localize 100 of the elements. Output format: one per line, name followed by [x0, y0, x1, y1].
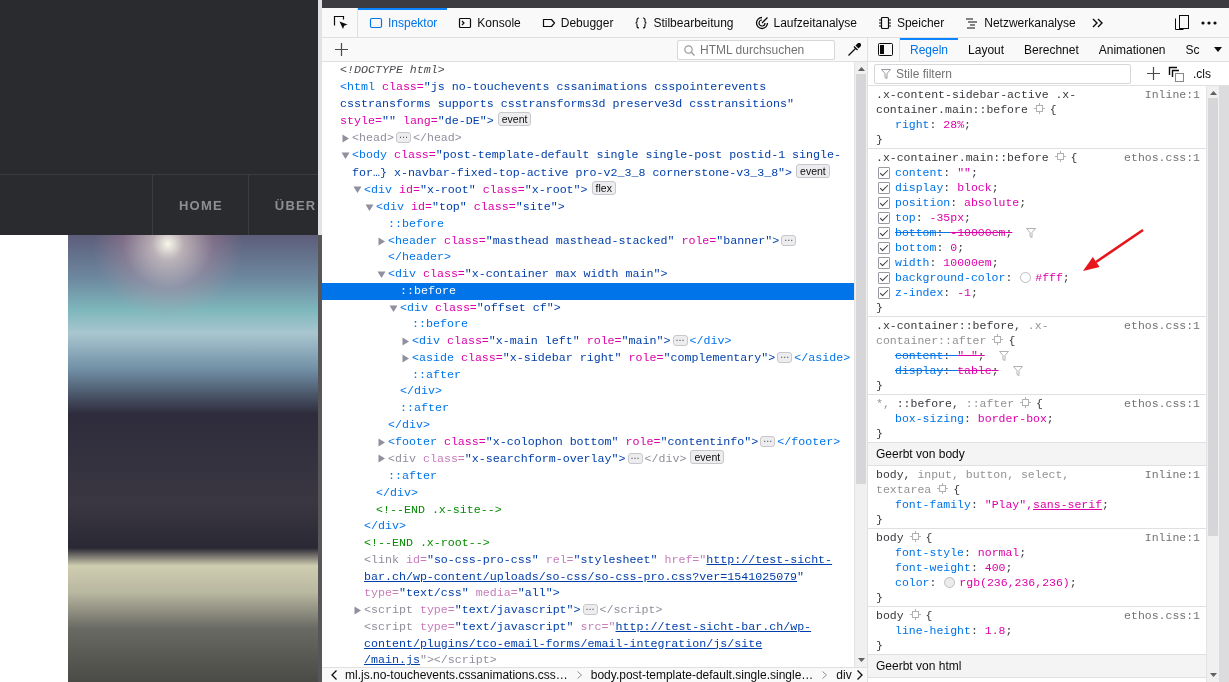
checkbox[interactable]	[878, 166, 890, 179]
sidebar-tab[interactable]: Layout	[958, 38, 1015, 61]
closing-tag[interactable]: </div>	[322, 518, 854, 535]
css-value[interactable]: absolute;	[964, 195, 1027, 210]
url-link[interactable]: http://test-sicht-bar.ch/wp-	[615, 619, 812, 633]
menu-dots-icon[interactable]	[1201, 20, 1217, 25]
markup-node[interactable]: <aside class="x-sidebar right" role="complementary"> ⋯ </aside>	[322, 349, 854, 367]
markup-node[interactable]: <div class="x-searchform-overlay"> ⋯ </div> event	[322, 450, 854, 468]
ellipsis-button[interactable]: ⋯	[781, 234, 797, 246]
checkbox[interactable]	[878, 226, 890, 239]
source-link[interactable]: Inline:1	[1144, 467, 1200, 482]
ellipsis-button[interactable]: ⋯	[760, 435, 776, 447]
eyedropper-icon[interactable]	[847, 42, 861, 57]
markup-node[interactable]: <html class="js no-touchevents cssanimations csspointerevents csstransforms supports csstransforms3d preserve3d csstransitions" style="" lang="de-DE"> event	[322, 78, 854, 130]
disclosure-triangle-icon[interactable]	[365, 203, 374, 212]
scrollbar[interactable]	[854, 62, 867, 667]
ellipsis-button[interactable]: ⋯	[777, 351, 793, 363]
css-value[interactable]: "";	[957, 165, 978, 180]
crosshair-icon[interactable]	[1033, 103, 1045, 114]
crosshair-icon[interactable]	[909, 609, 921, 620]
css-value[interactable]: -1;	[957, 285, 978, 300]
disclosure-triangle-icon[interactable]	[377, 437, 386, 447]
css-value[interactable]: 400;	[984, 560, 1013, 575]
disclosure-triangle-icon[interactable]	[341, 134, 350, 143]
scrollbar[interactable]	[1206, 86, 1219, 682]
overlapping-squares-icon[interactable]	[1168, 65, 1184, 82]
font-link[interactable]: sans-serif	[1033, 498, 1103, 511]
css-property[interactable]: font-style:	[895, 545, 978, 560]
source-link[interactable]: ethos.css:1	[1124, 396, 1200, 411]
filter-icon[interactable]	[998, 350, 1009, 361]
source-link[interactable]: ethos.css:1	[1124, 150, 1200, 165]
dropdown-arrow-icon[interactable]	[1214, 47, 1222, 52]
css-value[interactable]: table;	[957, 363, 999, 378]
url-link[interactable]: /main.js	[364, 653, 420, 667]
css-property[interactable]: box-sizing:	[895, 411, 978, 426]
css-property[interactable]: font-family:	[895, 497, 985, 512]
ellipsis-button[interactable]: ⋯	[582, 604, 598, 615]
sidebar-tab[interactable]: Animationen	[1088, 38, 1176, 61]
disclosure-triangle-icon[interactable]	[389, 303, 398, 313]
filter-field[interactable]: Stile filtern	[874, 63, 1131, 84]
source-link[interactable]: ethos.css:1	[1124, 318, 1200, 333]
css-property[interactable]: content:	[895, 165, 958, 180]
checkbox[interactable]	[878, 211, 890, 224]
checkbox[interactable]	[878, 271, 890, 284]
disclosure-triangle-icon[interactable]	[401, 337, 410, 346]
markup-node[interactable]: <!--END .x-root-->	[322, 535, 854, 552]
filter-icon[interactable]	[1012, 365, 1023, 376]
css-value[interactable]: -35px;	[929, 210, 971, 225]
markup-node[interactable]: <div class="x-main left" role="main"> ⋯ </div>	[322, 333, 854, 350]
markup-node[interactable]: <head> ⋯ </head>	[322, 130, 854, 147]
css-property[interactable]: content:	[895, 348, 958, 363]
class-toggle-button[interactable]: .cls	[1193, 66, 1211, 81]
markup-node[interactable]: <div class="offset cf">	[322, 299, 854, 317]
source-link[interactable]: ethos.css:1	[1124, 608, 1200, 623]
tool-tab[interactable]: Konsole	[447, 8, 531, 37]
markup-node[interactable]: ::after	[322, 366, 854, 384]
url-link[interactable]: content/plugins/tco-email-forms/email-integration/js/site	[364, 636, 763, 650]
closing-tag[interactable]: </div>	[322, 416, 854, 434]
ellipsis-button[interactable]: ⋯	[672, 335, 688, 346]
checkbox[interactable]	[878, 181, 890, 194]
css-property[interactable]: bottom:	[895, 240, 951, 255]
markup-node[interactable]: <footer class="x-colophon bottom" role="contentinfo"> ⋯ </footer>	[322, 433, 854, 451]
css-property[interactable]: position:	[895, 195, 965, 210]
markup-node[interactable]: <header class="masthead masthead-stacked" role="banner"> ⋯ </header>	[322, 232, 854, 266]
search-field[interactable]: HTML durchsuchen	[677, 39, 835, 60]
closing-tag[interactable]: </div>	[322, 484, 854, 502]
closing-tag[interactable]: </div>	[322, 383, 854, 400]
scroll-up-arrow-icon[interactable]	[1209, 91, 1217, 95]
css-property[interactable]: display:	[895, 180, 958, 195]
css-property[interactable]: right:	[895, 117, 944, 132]
markup-node[interactable]: ::before	[322, 215, 854, 233]
markup-node[interactable]: ::after	[322, 468, 854, 485]
sidebar-tab[interactable]: Regeln	[900, 38, 959, 61]
disclosure-triangle-icon[interactable]	[377, 454, 386, 464]
breadcrumb[interactable]: ml.js.no-touchevents.cssanimations.css…	[345, 668, 568, 682]
window-icon[interactable]	[1175, 15, 1189, 30]
tool-tab[interactable]: Stilbearbeitung	[623, 8, 744, 37]
ellipsis-button[interactable]: ⋯	[627, 453, 643, 465]
markup-badge[interactable]: event	[497, 112, 532, 127]
crosshair-icon[interactable]	[1054, 151, 1066, 162]
color-swatch-icon[interactable]	[1020, 272, 1032, 283]
color-swatch-icon[interactable]	[944, 577, 956, 588]
css-value[interactable]: #fff;	[1035, 270, 1070, 285]
filter-icon[interactable]	[1026, 227, 1037, 238]
css-value[interactable]: 28%;	[943, 117, 971, 132]
crosshair-icon[interactable]	[1020, 397, 1032, 408]
crosshair-icon[interactable]	[992, 334, 1004, 345]
scroll-down-arrow-icon[interactable]	[1209, 673, 1217, 677]
markup-node[interactable]: ::before	[322, 282, 854, 300]
markup-node[interactable]: <div id="top" class="site">	[322, 199, 854, 216]
markup-node[interactable]: <script type="text/javascript"> ⋯ </script>	[322, 602, 854, 619]
scrollbar-thumb[interactable]	[856, 74, 866, 484]
tool-tab[interactable]: Laufzeitanalyse	[743, 8, 867, 37]
css-property[interactable]: font-weight:	[895, 560, 985, 575]
disclosure-triangle-icon[interactable]	[377, 236, 386, 246]
sidebar-toggle-icon[interactable]	[878, 43, 893, 56]
css-property[interactable]: bottom:	[895, 225, 951, 240]
source-link[interactable]: Inline:1	[1144, 87, 1200, 102]
breadcrumb[interactable]: body.post-template-default.single.single…	[590, 668, 814, 682]
crosshair-icon[interactable]	[909, 531, 921, 542]
